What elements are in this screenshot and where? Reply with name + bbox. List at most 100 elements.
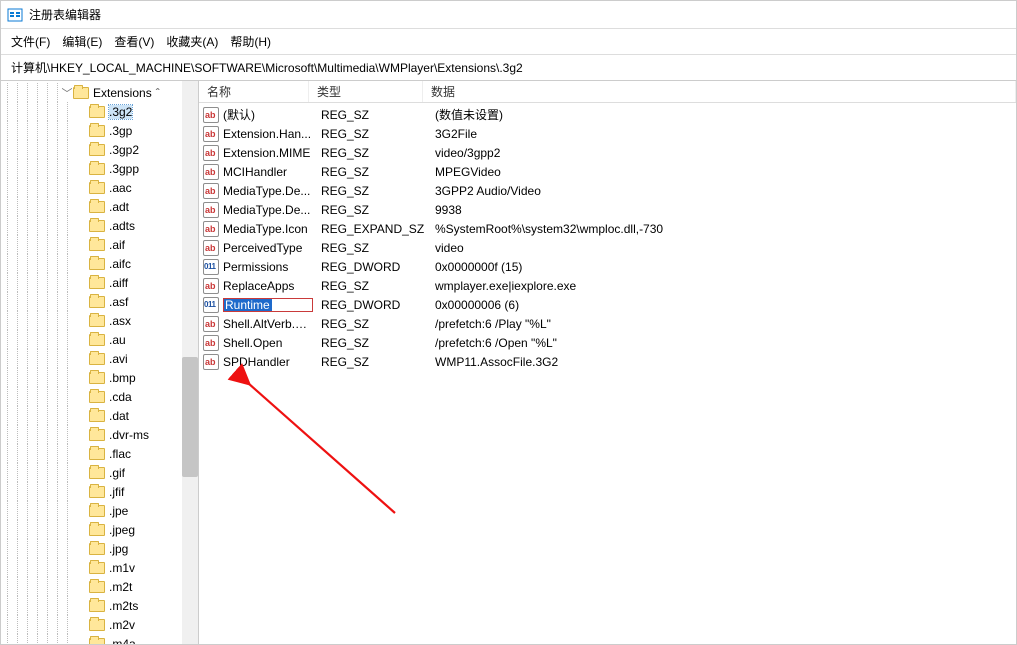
tree-item[interactable]: .dvr-ms <box>1 425 198 444</box>
tree-item[interactable]: .aifc <box>1 254 198 273</box>
scrollbar-track[interactable] <box>182 81 198 644</box>
chevron-down-icon[interactable]: ﹀ <box>61 85 73 101</box>
value-type: REG_SZ <box>313 241 427 255</box>
tree-item[interactable]: .3gp2 <box>1 140 198 159</box>
folder-icon <box>89 638 105 645</box>
menu-file[interactable]: 文件(F) <box>11 33 50 50</box>
col-header-type[interactable]: 类型 <box>309 81 423 102</box>
folder-icon <box>89 619 105 631</box>
menu-view[interactable]: 查看(V) <box>114 33 154 50</box>
tree-item-label: .m2ts <box>109 599 138 613</box>
tree-item-label: .asx <box>109 314 131 328</box>
tree-item-label: .jpg <box>109 542 128 556</box>
tree-item[interactable]: .avi <box>1 349 198 368</box>
value-row[interactable]: MediaType.De...REG_SZ3GPP2 Audio/Video <box>199 181 1016 200</box>
tree-item-label: .flac <box>109 447 131 461</box>
value-row[interactable]: Extension.MIMEREG_SZvideo/3gpp2 <box>199 143 1016 162</box>
value-row[interactable]: ReplaceAppsREG_SZwmplayer.exe|iexplore.e… <box>199 276 1016 295</box>
tree-item[interactable]: .m2v <box>1 615 198 634</box>
tree-item-label: Extensions <box>93 86 152 100</box>
tree-item[interactable]: .asf <box>1 292 198 311</box>
value-row[interactable]: Shell.AltVerb.C...REG_SZ/prefetch:6 /Pla… <box>199 314 1016 333</box>
value-row[interactable]: MediaType.IconREG_EXPAND_SZ%SystemRoot%\… <box>199 219 1016 238</box>
value-row[interactable]: Extension.Han...REG_SZ3G2File <box>199 124 1016 143</box>
tree-item[interactable]: .m2ts <box>1 596 198 615</box>
folder-icon <box>89 467 105 479</box>
client-area: ﹀ Extensions ˆ .3g2 .3gp.3gp2 .3gpp .aac .ad… <box>1 81 1016 644</box>
tree-item-label: .jfif <box>109 485 124 499</box>
tree-item[interactable]: .dat <box>1 406 198 425</box>
tree-item[interactable]: .asx <box>1 311 198 330</box>
tree-item[interactable]: .au <box>1 330 198 349</box>
values-panel: 名称 类型 数据 (默认)REG_SZ(数值未设置)Extension.Han.… <box>199 81 1016 644</box>
folder-icon <box>89 600 105 612</box>
menu-edit[interactable]: 编辑(E) <box>62 33 102 50</box>
tree-item[interactable]: .aif <box>1 235 198 254</box>
menu-favorites[interactable]: 收藏夹(A) <box>166 33 218 50</box>
tree-item[interactable]: .jfif <box>1 482 198 501</box>
col-header-data[interactable]: 数据 <box>423 81 1016 102</box>
string-value-icon <box>203 202 219 218</box>
value-name: Extension.MIME <box>223 146 313 160</box>
value-data: 0x00000006 (6) <box>427 298 1016 312</box>
value-type: REG_SZ <box>313 184 427 198</box>
tree-item[interactable]: .cda <box>1 387 198 406</box>
value-data: video/3gpp2 <box>427 146 1016 160</box>
tree-item-label: .3gpp <box>109 162 139 176</box>
tree-item-extensions[interactable]: ﹀ Extensions ˆ <box>1 83 198 102</box>
col-header-name[interactable]: 名称 <box>199 81 309 102</box>
list-body[interactable]: (默认)REG_SZ(数值未设置)Extension.Han...REG_SZ3… <box>199 103 1016 371</box>
string-value-icon <box>203 183 219 199</box>
value-row[interactable]: Shell.OpenREG_SZ/prefetch:6 /Open "%L" <box>199 333 1016 352</box>
tree-item-label: .m2v <box>109 618 135 632</box>
tree-item-label: .adt <box>109 200 129 214</box>
tree-item-label: .jpe <box>109 504 128 518</box>
folder-icon <box>89 258 105 270</box>
value-name: (默认) <box>223 106 313 123</box>
value-row[interactable]: PerceivedTypeREG_SZvideo <box>199 238 1016 257</box>
folder-icon <box>89 448 105 460</box>
tree-panel[interactable]: ﹀ Extensions ˆ .3g2 .3gp.3gp2 .3gpp .aac .ad… <box>1 81 199 644</box>
folder-icon <box>89 353 105 365</box>
tree-item[interactable]: .aiff <box>1 273 198 292</box>
value-data: MPEGVideo <box>427 165 1016 179</box>
value-type: REG_SZ <box>313 146 427 160</box>
value-type: REG_DWORD <box>313 260 427 274</box>
tree-item[interactable]: .m4a <box>1 634 198 644</box>
tree-item[interactable]: .adt <box>1 197 198 216</box>
folder-icon <box>89 163 105 175</box>
scrollbar-thumb[interactable] <box>182 357 198 477</box>
value-name: MCIHandler <box>223 165 313 179</box>
value-type: REG_SZ <box>313 203 427 217</box>
value-row[interactable]: RuntimeREG_DWORD0x00000006 (6) <box>199 295 1016 314</box>
tree-item[interactable]: .jpg <box>1 539 198 558</box>
tree-item-label: .3g2 <box>109 105 132 119</box>
value-name: Permissions <box>223 260 313 274</box>
tree-item[interactable]: .bmp <box>1 368 198 387</box>
tree-item[interactable]: .aac <box>1 178 198 197</box>
value-row[interactable]: PermissionsREG_DWORD0x0000000f (15) <box>199 257 1016 276</box>
tree-item[interactable]: .3gpp <box>1 159 198 178</box>
tree-item[interactable]: .m2t <box>1 577 198 596</box>
tree-item-label: .dvr-ms <box>109 428 149 442</box>
tree-item[interactable]: .jpeg <box>1 520 198 539</box>
value-row[interactable]: SPDHandlerREG_SZWMP11.AssocFile.3G2 <box>199 352 1016 371</box>
menu-help[interactable]: 帮助(H) <box>230 33 271 50</box>
tree-item[interactable]: .flac <box>1 444 198 463</box>
tree-item[interactable]: .m1v <box>1 558 198 577</box>
tree-item[interactable]: .gif <box>1 463 198 482</box>
value-row[interactable]: MCIHandlerREG_SZMPEGVideo <box>199 162 1016 181</box>
address-bar[interactable]: 计算机\HKEY_LOCAL_MACHINE\SOFTWARE\Microsof… <box>1 55 1016 81</box>
folder-icon <box>89 581 105 593</box>
string-value-icon <box>203 335 219 351</box>
tree-item[interactable]: .3gp <box>1 121 198 140</box>
tree-item[interactable]: .3g2 <box>1 102 198 121</box>
value-name: Runtime <box>223 298 313 312</box>
value-row[interactable]: MediaType.De...REG_SZ9938 <box>199 200 1016 219</box>
value-data: video <box>427 241 1016 255</box>
value-row[interactable]: (默认)REG_SZ(数值未设置) <box>199 105 1016 124</box>
tree-item[interactable]: .adts <box>1 216 198 235</box>
tree-item[interactable]: .jpe <box>1 501 198 520</box>
tree-item-label: .asf <box>109 295 128 309</box>
folder-icon <box>89 201 105 213</box>
